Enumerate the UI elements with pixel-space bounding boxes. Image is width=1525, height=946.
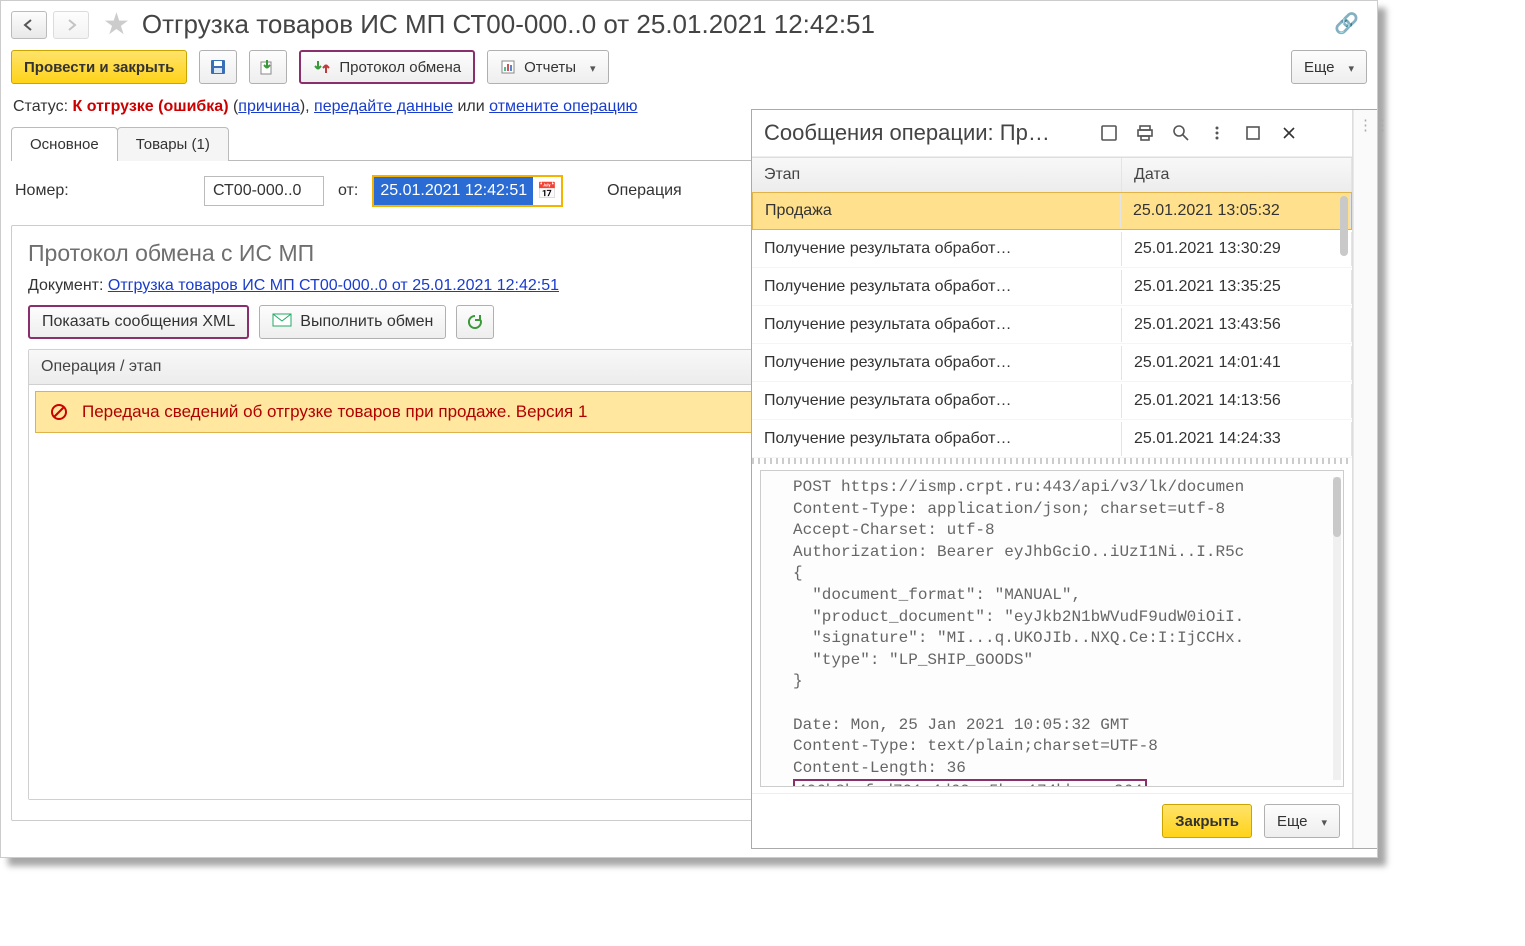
post-button[interactable]: [249, 50, 287, 84]
save-button[interactable]: [199, 50, 237, 84]
status-or: или: [457, 98, 484, 115]
ban-icon: [50, 403, 68, 421]
panel-save-icon[interactable]: [1098, 122, 1120, 144]
exchange-protocol-button[interactable]: Протокол обмена: [299, 50, 475, 84]
grid-cell-date: 25.01.2021 14:13:56: [1122, 384, 1352, 418]
grid-row[interactable]: Получение результата обработ…25.01.2021 …: [752, 306, 1352, 344]
tab-goods[interactable]: Товары (1): [117, 127, 229, 161]
panel-close-icon[interactable]: [1278, 122, 1300, 144]
reports-label: Отчеты: [524, 59, 576, 76]
grid-cell-date: 25.01.2021 13:43:56: [1122, 308, 1352, 342]
calendar-icon[interactable]: 📅: [533, 181, 561, 201]
grid-cell-stage: Получение результата обработ…: [752, 308, 1122, 342]
messages-panel: Сообщения операции: Пр… Этап Дата Продаж…: [751, 109, 1377, 849]
link-icon[interactable]: 🔗: [1334, 11, 1359, 36]
grid-cell-date: 25.01.2021 13:35:25: [1122, 270, 1352, 304]
grid-row[interactable]: Получение результата обработ…25.01.2021 …: [752, 382, 1352, 420]
panel-max-icon[interactable]: [1242, 122, 1264, 144]
do-exchange-label: Выполнить обмен: [300, 313, 433, 331]
status-action-send[interactable]: передайте данные: [314, 98, 453, 115]
from-label: от:: [338, 182, 358, 200]
panel-close-button[interactable]: Закрыть: [1162, 804, 1252, 838]
raw-highlight: 406b8bcf-d791-4d69-a5be-174bb...a364: [793, 779, 1147, 787]
page-title: Отгрузка товаров ИС МП СТ00-000..0 от 25…: [142, 9, 875, 40]
messages-grid: Этап Дата Продажа25.01.2021 13:05:32Полу…: [752, 157, 1352, 458]
nav-back-button[interactable]: [11, 11, 47, 39]
panel-title: Сообщения операции: Пр…: [764, 120, 1084, 146]
grid-row[interactable]: Получение результата обработ…25.01.2021 …: [752, 344, 1352, 382]
grid-cell-stage: Получение результата обработ…: [752, 232, 1122, 266]
raw-message-box[interactable]: POST https://ismp.crpt.ru:443/api/v3/lk/…: [760, 470, 1344, 787]
refresh-button[interactable]: [456, 305, 494, 339]
grid-scrollbar[interactable]: [1340, 196, 1348, 256]
favorite-star-icon[interactable]: ★: [103, 7, 130, 42]
op-row-text: Передача сведений об отгрузке товаров пр…: [82, 402, 587, 422]
more-label: Еще: [1304, 59, 1335, 76]
grid-cell-stage: Получение результата обработ…: [752, 384, 1122, 418]
do-exchange-button[interactable]: Выполнить обмен: [259, 305, 446, 339]
show-xml-button[interactable]: Показать сообщения XML: [28, 305, 249, 339]
status-value: К отгрузке (ошибка): [72, 98, 228, 115]
more-button-top[interactable]: Еще: [1291, 50, 1367, 84]
operation-label: Операция: [607, 182, 682, 200]
panel-print-icon[interactable]: [1134, 122, 1156, 144]
grid-cell-date: 25.01.2021 13:05:32: [1121, 194, 1351, 228]
grid-cell-stage: Получение результата обработ…: [752, 422, 1122, 456]
raw-scrollbar[interactable]: [1333, 477, 1341, 780]
number-label: Номер:: [15, 182, 190, 200]
grid-row[interactable]: Продажа25.01.2021 13:05:32: [752, 192, 1352, 230]
tab-main[interactable]: Основное: [11, 127, 118, 161]
status-reason-link[interactable]: причина: [238, 98, 300, 115]
panel-more-button[interactable]: Еще: [1264, 804, 1340, 838]
panel-side-handle[interactable]: ⋮⋮: [1358, 116, 1392, 134]
grid-row[interactable]: Получение результата обработ…25.01.2021 …: [752, 230, 1352, 268]
envelope-icon: [272, 313, 292, 332]
date-value: 25.01.2021 12:42:51: [374, 177, 533, 205]
panel-search-icon[interactable]: [1170, 122, 1192, 144]
grid-cell-stage: Получение результата обработ…: [752, 270, 1122, 304]
nav-fwd-button[interactable]: [53, 11, 89, 39]
grid-cell-date: 25.01.2021 14:24:33: [1122, 422, 1352, 456]
grid-cell-date: 25.01.2021 14:01:41: [1122, 346, 1352, 380]
grid-cell-date: 25.01.2021 13:30:29: [1122, 232, 1352, 266]
panel-menu-icon[interactable]: [1206, 122, 1228, 144]
panel-more-label: Еще: [1277, 813, 1308, 830]
col-date-header[interactable]: Дата: [1122, 158, 1352, 192]
document-link[interactable]: Отгрузка товаров ИС МП СТ00-000..0 от 25…: [108, 277, 559, 294]
grid-cell-stage: Получение результата обработ…: [752, 346, 1122, 380]
reports-button[interactable]: Отчеты: [487, 50, 608, 84]
exchange-protocol-label: Протокол обмена: [339, 59, 461, 76]
date-input[interactable]: 25.01.2021 12:42:51 📅: [372, 175, 563, 207]
status-action-cancel[interactable]: отмените операцию: [489, 98, 637, 115]
status-label: Статус:: [13, 98, 68, 115]
document-label: Документ:: [28, 277, 103, 294]
grid-cell-stage: Продажа: [753, 194, 1121, 228]
grid-row[interactable]: Получение результата обработ…25.01.2021 …: [752, 420, 1352, 458]
grid-row[interactable]: Получение результата обработ…25.01.2021 …: [752, 268, 1352, 306]
number-input[interactable]: СТ00-000..0: [204, 176, 324, 206]
col-stage-header[interactable]: Этап: [752, 158, 1122, 192]
post-and-close-button[interactable]: Провести и закрыть: [11, 50, 187, 84]
